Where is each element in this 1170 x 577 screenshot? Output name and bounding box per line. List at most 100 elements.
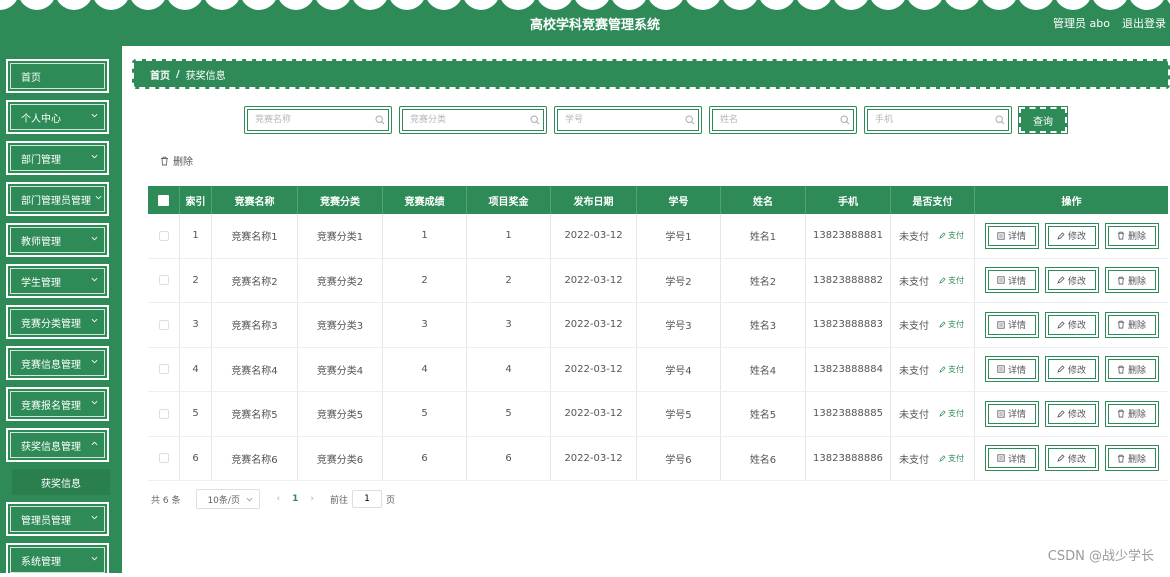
table-header: 索引 竞赛名称 竞赛分类 竞赛成绩 项目奖金 发布日期 学号 姓名 手机 是否支…	[148, 186, 1168, 214]
sidebar-item-competition-info[interactable]: 竞赛信息管理	[6, 346, 109, 380]
row-check-cell	[148, 436, 180, 480]
sidebar-item-system[interactable]: 系统管理	[6, 543, 109, 577]
detail-label: 详情	[1007, 454, 1026, 465]
logout-link[interactable]: 退出登录	[1122, 15, 1166, 31]
scallop-shape	[723, 0, 757, 10]
select-all-checkbox[interactable]	[158, 194, 169, 206]
cell-index: 6	[180, 436, 212, 480]
row-checkbox[interactable]	[158, 319, 169, 330]
edit-icon	[939, 277, 946, 284]
pay-link[interactable]: 支付	[939, 453, 964, 464]
sidebar-item-dept-admin[interactable]: 部门管理员管理	[6, 182, 109, 216]
scallop-shape	[871, 0, 905, 10]
cell-competition-name: 竞赛名称3	[212, 303, 298, 347]
sidebar-subitem-award-info[interactable]: 获奖信息	[12, 469, 110, 495]
competition-name-input[interactable]	[253, 111, 363, 129]
row-checkbox[interactable]	[158, 408, 169, 419]
sidebar-item-profile[interactable]: 个人中心	[6, 100, 109, 134]
sidebar-item-home[interactable]: 首页	[6, 59, 109, 93]
scallop-shape	[649, 0, 683, 10]
cell-date: 2022-03-12	[551, 347, 637, 391]
sidebar-item-competition-category[interactable]: 竞赛分类管理	[6, 305, 109, 339]
delete-button[interactable]: 删除	[1104, 400, 1159, 427]
cell-prize: 1	[467, 214, 551, 258]
search-icon	[530, 115, 540, 125]
paid-status: 未支付	[899, 365, 929, 377]
row-check-cell	[148, 214, 180, 258]
detail-button[interactable]: 详情	[984, 356, 1039, 383]
sidebar-item-label: 教师管理	[21, 236, 61, 248]
scallop-shape	[612, 0, 646, 10]
edit-icon	[1057, 321, 1065, 329]
prev-page-icon[interactable]: ‹	[276, 494, 280, 504]
document-icon	[997, 410, 1005, 418]
document-icon	[997, 232, 1005, 240]
document-icon	[997, 276, 1005, 284]
edit-button[interactable]: 修改	[1044, 356, 1099, 383]
sidebar-item-student[interactable]: 学生管理	[6, 264, 109, 298]
sidebar-item-admin[interactable]: 管理员管理	[6, 502, 109, 536]
pay-label: 支付	[948, 409, 964, 419]
pay-link[interactable]: 支付	[939, 319, 964, 330]
edit-label: 修改	[1067, 276, 1086, 287]
goto-page-input[interactable]	[351, 490, 382, 508]
delete-button[interactable]: 删除	[1104, 356, 1159, 383]
cell-name: 姓名6	[721, 436, 806, 480]
sidebar-item-award[interactable]: 获奖信息管理	[6, 428, 109, 462]
name-input[interactable]	[718, 111, 828, 129]
competition-category-input[interactable]	[408, 111, 518, 129]
current-page[interactable]: 1	[292, 494, 298, 504]
edit-button[interactable]: 修改	[1044, 267, 1099, 294]
cell-actions: 详情 修改 删除	[975, 214, 1168, 258]
row-checkbox[interactable]	[158, 230, 169, 241]
pay-link[interactable]: 支付	[939, 230, 964, 241]
scallop-shape	[501, 0, 535, 10]
scallop-shape	[945, 0, 979, 10]
detail-button[interactable]: 详情	[984, 445, 1039, 472]
detail-button[interactable]: 详情	[984, 400, 1039, 427]
scallop-decoration	[0, 0, 1170, 10]
breadcrumb-home[interactable]: 首页	[150, 67, 170, 82]
detail-button[interactable]: 详情	[984, 222, 1039, 249]
pay-link[interactable]: 支付	[939, 408, 964, 419]
sidebar-item-department[interactable]: 部门管理	[6, 141, 109, 175]
page-size-select[interactable]: 10条/页	[196, 489, 261, 509]
batch-delete-button[interactable]: 删除	[160, 153, 193, 168]
scallop-shape	[1056, 0, 1090, 10]
edit-icon	[939, 455, 946, 462]
scallop-shape	[20, 0, 54, 10]
row-checkbox[interactable]	[158, 364, 169, 375]
edit-button[interactable]: 修改	[1044, 445, 1099, 472]
table-row: 1 竞赛名称1 竞赛分类1 1 1 2022-03-12 学号1 姓名1 138…	[148, 214, 1168, 259]
detail-button[interactable]: 详情	[984, 311, 1039, 338]
search-field-phone	[864, 106, 1012, 134]
edit-button[interactable]: 修改	[1044, 222, 1099, 249]
student-no-input[interactable]	[563, 111, 673, 129]
next-page-icon[interactable]: ›	[310, 494, 314, 504]
scallop-shape	[834, 0, 868, 10]
sidebar-item-teacher[interactable]: 教师管理	[6, 223, 109, 257]
detail-button[interactable]: 详情	[984, 267, 1039, 294]
edit-label: 修改	[1067, 410, 1086, 421]
edit-label: 修改	[1067, 365, 1086, 376]
delete-button[interactable]: 删除	[1104, 222, 1159, 249]
document-icon	[997, 454, 1005, 462]
cell-phone: 13823888885	[806, 392, 891, 436]
edit-button[interactable]: 修改	[1044, 400, 1099, 427]
delete-button[interactable]: 删除	[1104, 267, 1159, 294]
row-checkbox[interactable]	[158, 453, 169, 464]
cell-competition-category: 竞赛分类6	[298, 436, 383, 480]
cell-name: 姓名2	[721, 258, 806, 302]
trash-icon	[1117, 276, 1125, 285]
pay-link[interactable]: 支付	[939, 364, 964, 375]
row-checkbox[interactable]	[158, 275, 169, 286]
query-button[interactable]: 查询	[1018, 106, 1068, 134]
scallop-shape	[168, 0, 202, 10]
sidebar-item-registration[interactable]: 竞赛报名管理	[6, 387, 109, 421]
pay-link[interactable]: 支付	[939, 275, 964, 286]
delete-button[interactable]: 删除	[1104, 311, 1159, 338]
delete-button[interactable]: 删除	[1104, 445, 1159, 472]
edit-button[interactable]: 修改	[1044, 311, 1099, 338]
phone-input[interactable]	[873, 111, 983, 129]
search-icon	[995, 115, 1005, 125]
